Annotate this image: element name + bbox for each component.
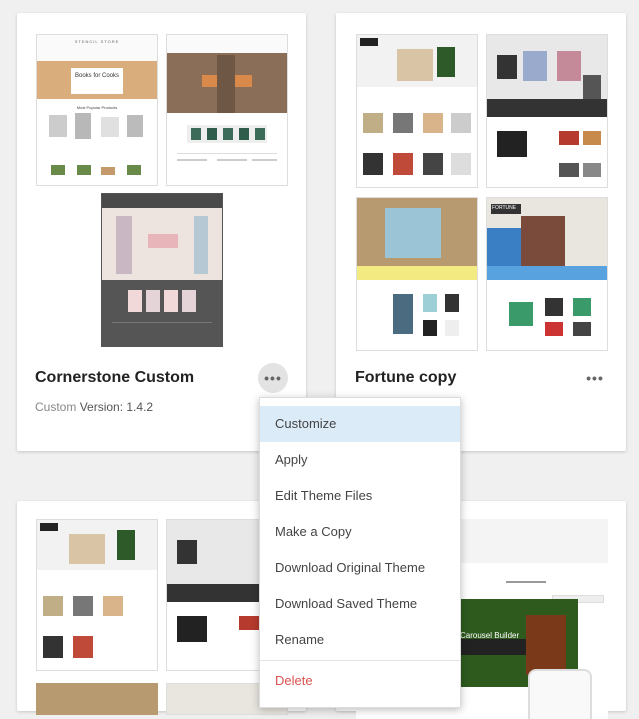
theme-preview-thumbnail: STENCIL STORE Books for Cooks Most Popul… — [36, 34, 158, 186]
theme-preview-thumbnail — [101, 193, 223, 347]
menu-item-customize[interactable]: Customize — [260, 406, 460, 442]
theme-title: Fortune copy — [355, 369, 457, 386]
theme-type: Custom — [35, 400, 77, 414]
theme-preview-thumbnail — [486, 34, 608, 188]
preview-carousel-heading: Carousel Builder — [460, 631, 520, 640]
theme-preview-thumbnail — [166, 34, 288, 186]
theme-preview-thumbnail: FORTUNE — [486, 197, 608, 351]
theme-preview-thumbnail — [36, 519, 158, 671]
theme-preview-thumbnail — [356, 197, 478, 351]
preview-store-name: STENCIL STORE — [74, 39, 120, 44]
theme-more-options-button[interactable]: ••• — [258, 363, 288, 393]
preview-section-heading: Most Popular Products — [76, 105, 118, 110]
preview-hero-heading: Books for Cooks — [74, 73, 120, 79]
menu-item-download-original-theme[interactable]: Download Original Theme — [260, 550, 460, 586]
theme-preview-thumbnail — [356, 34, 478, 188]
menu-item-delete[interactable]: Delete — [260, 663, 460, 699]
theme-options-menu: Customize Apply Edit Theme Files Make a … — [259, 397, 461, 708]
theme-meta: Custom Version: 1.4.2 — [35, 400, 153, 414]
theme-version: Version: 1.4.2 — [79, 400, 154, 414]
menu-item-make-a-copy[interactable]: Make a Copy — [260, 514, 460, 550]
ellipsis-horizontal-icon: ••• — [586, 370, 604, 386]
menu-item-edit-theme-files[interactable]: Edit Theme Files — [260, 478, 460, 514]
menu-item-download-saved-theme[interactable]: Download Saved Theme — [260, 586, 460, 622]
theme-card-fortune[interactable]: FORTUNE Fortune copy ••• 7 — [336, 13, 626, 451]
menu-item-apply[interactable]: Apply — [260, 442, 460, 478]
theme-title: Cornerstone Custom — [35, 369, 195, 386]
theme-card-cornerstone[interactable]: STENCIL STORE Books for Cooks Most Popul… — [17, 13, 306, 451]
theme-preview-thumbnail — [36, 683, 158, 715]
menu-item-rename[interactable]: Rename — [260, 622, 460, 658]
preview-theme-logo: FORTUNE — [492, 205, 517, 211]
theme-more-options-button[interactable]: ••• — [580, 363, 610, 393]
menu-divider — [260, 660, 460, 661]
ellipsis-horizontal-icon: ••• — [264, 370, 282, 386]
